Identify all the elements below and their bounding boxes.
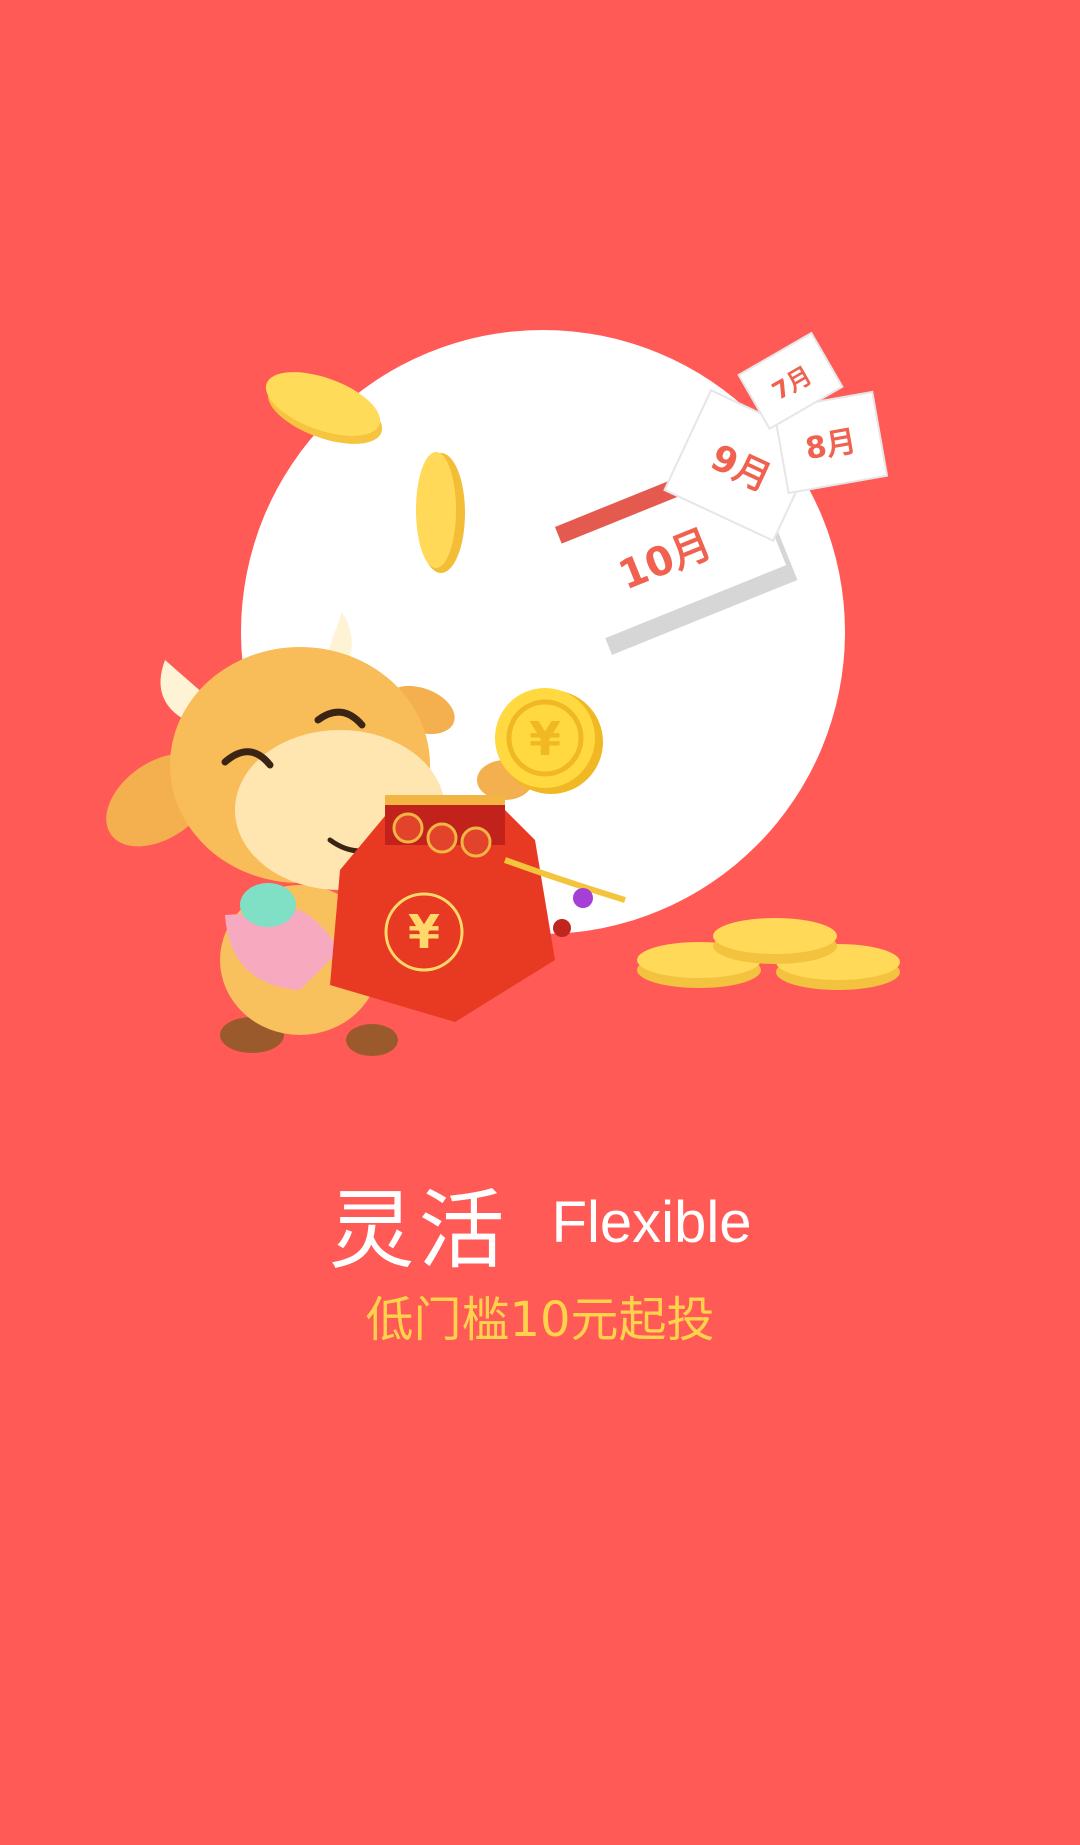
- title-chinese: 灵活: [328, 1181, 509, 1281]
- onboarding-screen: 10月 9月 8月 7月 ¥ ¥ 灵活 Flexible 低门槛10元起投: [0, 0, 1080, 1845]
- title-english: Flexible: [551, 1190, 752, 1255]
- onboarding-illustration: 10月 9月 8月 7月 ¥ ¥: [106, 330, 900, 1056]
- onboarding-headline: 灵活 Flexible: [0, 1160, 1080, 1285]
- floating-coin-middle: [416, 452, 465, 573]
- onboarding-subtitle: 低门槛10元起投: [365, 1292, 715, 1348]
- coin-stack: [637, 918, 900, 990]
- svg-text:¥: ¥: [529, 712, 561, 766]
- svg-text:¥: ¥: [408, 905, 440, 959]
